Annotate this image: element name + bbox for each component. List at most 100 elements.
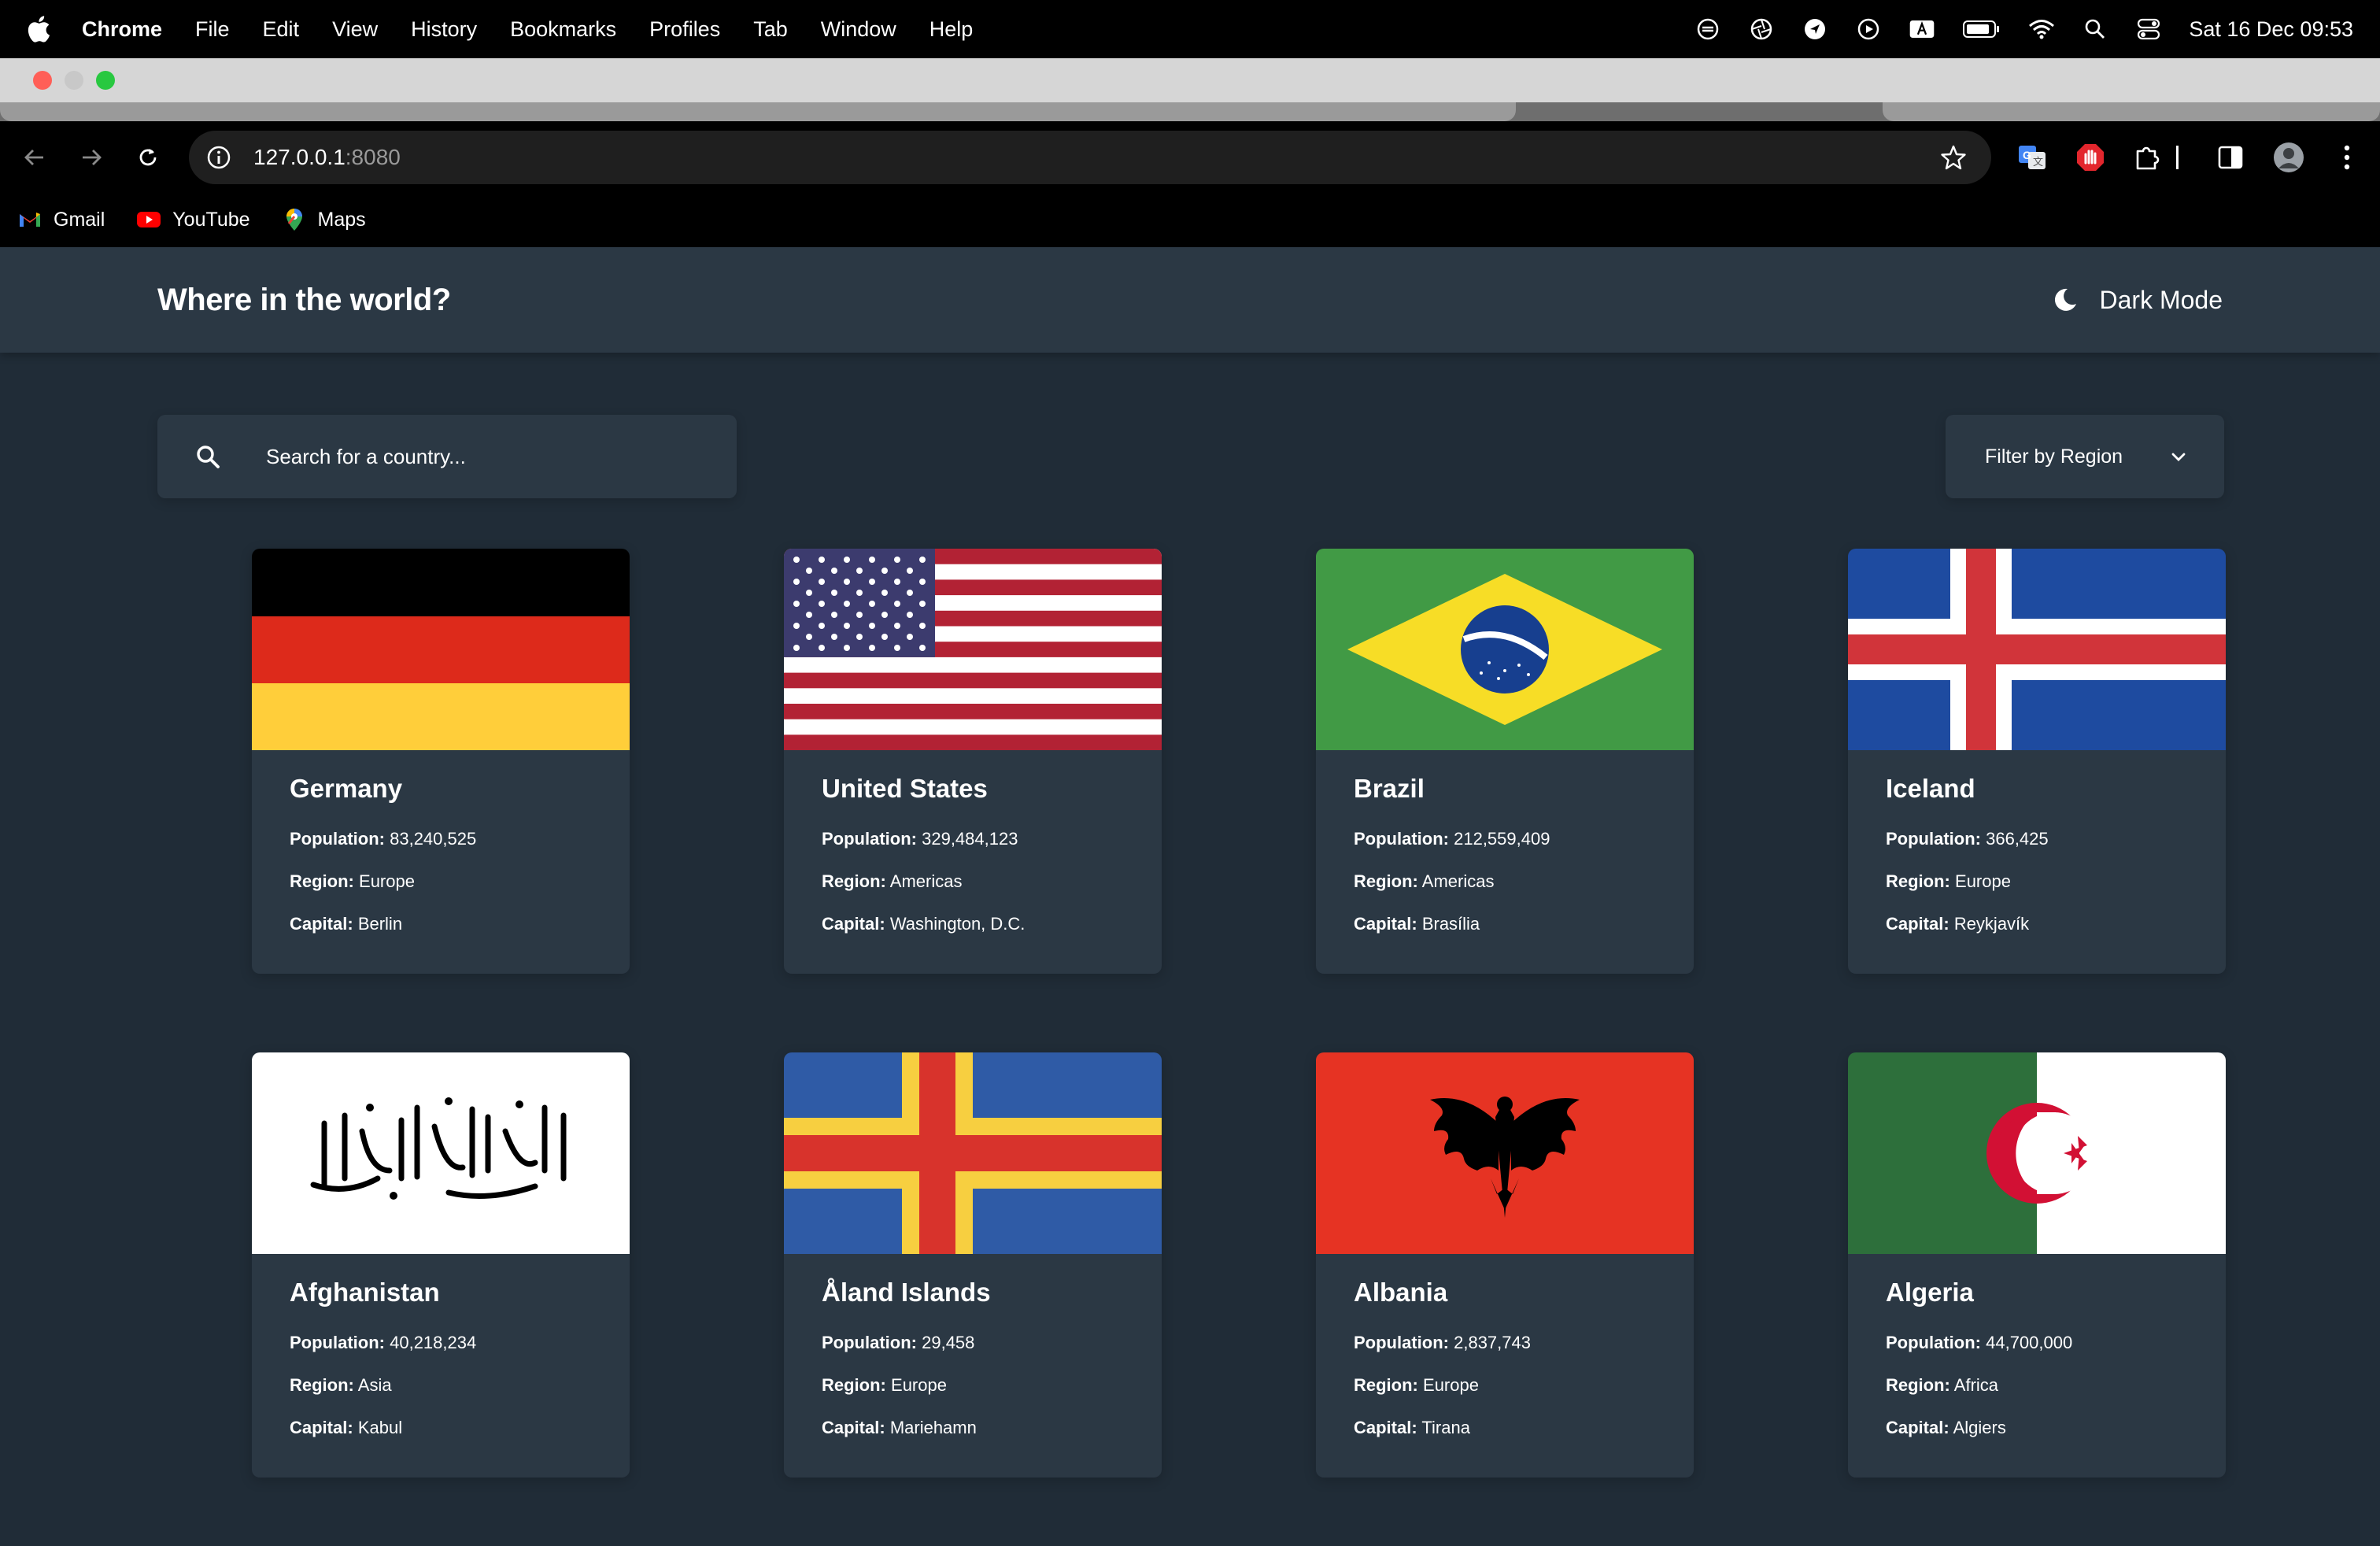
region-label: Region: <box>290 871 354 891</box>
google-translate-extension-icon[interactable]: G文 <box>2016 142 2048 173</box>
svg-text:文: 文 <box>2033 156 2043 168</box>
menu-edit[interactable]: Edit <box>263 17 300 42</box>
population-row: Population: 40,218,234 <box>290 1333 592 1353</box>
url-port: :8080 <box>345 145 401 169</box>
menu-history[interactable]: History <box>411 17 477 42</box>
window-close-button[interactable] <box>33 71 52 90</box>
capital-label: Capital: <box>1886 1418 1949 1437</box>
input-source-icon[interactable] <box>1909 16 1935 43</box>
apple-logo-icon[interactable] <box>27 13 58 45</box>
country-card-germany[interactable]: Germany Population: 83,240,525 Region: E… <box>252 549 630 974</box>
chrome-menu-kebab-icon[interactable] <box>2331 142 2363 173</box>
browser-tab-active[interactable] <box>0 102 1516 121</box>
spotlight-search-icon[interactable] <box>2082 16 2108 43</box>
country-name: Albania <box>1354 1278 1448 1307</box>
location-arrow-icon[interactable] <box>1802 16 1828 43</box>
bookmarks-bar: Gmail YouTube Maps <box>0 200 366 239</box>
control-center-icon[interactable] <box>2135 16 2162 43</box>
profile-avatar[interactable] <box>2273 142 2304 173</box>
region-label: Region: <box>1354 1375 1418 1395</box>
wifi-icon[interactable] <box>2028 16 2055 43</box>
capital-row: Capital: Mariehamn <box>822 1418 1124 1438</box>
bookmark-youtube[interactable]: YouTube <box>136 209 250 231</box>
capital-label: Capital: <box>822 914 885 934</box>
country-name: Afghanistan <box>290 1278 440 1307</box>
forward-arrow-icon[interactable] <box>74 140 109 175</box>
menu-tab[interactable]: Tab <box>753 17 788 42</box>
country-card-iceland[interactable]: Iceland Population: 366,425 Region: Euro… <box>1848 549 2226 974</box>
menu-profiles[interactable]: Profiles <box>649 17 720 42</box>
window-minimize-button[interactable] <box>65 71 83 90</box>
country-card-algeria[interactable]: Algeria Population: 44,700,000 Region: A… <box>1848 1052 2226 1478</box>
bookmark-gmail[interactable]: Gmail <box>17 209 105 231</box>
population-label: Population: <box>822 1333 917 1352</box>
capital-value: Algiers <box>1953 1418 2006 1437</box>
macos-menubar: Chrome File Edit View History Bookmarks … <box>0 0 2380 58</box>
region-row: Region: Americas <box>1354 871 1656 892</box>
menubar-clock[interactable]: Sat 16 Dec 09:53 <box>2189 17 2353 42</box>
site-info-icon[interactable] <box>205 143 233 172</box>
population-row: Population: 83,240,525 <box>290 829 592 849</box>
sync-status-icon[interactable] <box>1694 16 1721 43</box>
menu-app-name[interactable]: Chrome <box>82 17 162 42</box>
country-name: Åland Islands <box>822 1278 991 1307</box>
aperture-icon[interactable] <box>1748 16 1775 43</box>
country-card-afghanistan[interactable]: Afghanistan Population: 40,218,234 Regio… <box>252 1052 630 1478</box>
capital-label: Capital: <box>290 914 353 934</box>
side-panel-icon[interactable] <box>2215 142 2246 173</box>
extensions-puzzle-icon[interactable] <box>2131 142 2163 173</box>
youtube-icon <box>136 209 161 231</box>
search-box[interactable] <box>157 415 737 498</box>
region-label: Region: <box>822 1375 886 1395</box>
moon-icon <box>2051 286 2079 314</box>
country-card-brazil[interactable]: Brazil Population: 212,559,409 Region: A… <box>1316 549 1694 974</box>
play-circle-icon[interactable] <box>1855 16 1882 43</box>
region-value: Americas <box>1421 871 1495 891</box>
search-input[interactable] <box>266 444 707 469</box>
population-value: 29,458 <box>922 1333 975 1352</box>
population-label: Population: <box>290 829 385 849</box>
adblock-extension-icon[interactable] <box>2075 142 2106 173</box>
battery-icon[interactable] <box>1962 16 2001 43</box>
region-row: Region: Europe <box>822 1375 1124 1396</box>
menubar-status-area: Sat 16 Dec 09:53 <box>1694 16 2353 43</box>
population-value: 83,240,525 <box>390 829 477 849</box>
country-name: Germany <box>290 774 403 803</box>
url-text[interactable]: 127.0.0.1:8080 <box>253 145 401 170</box>
menu-view[interactable]: View <box>332 17 378 42</box>
population-label: Population: <box>1354 1333 1449 1352</box>
country-card-aland-islands[interactable]: Åland Islands Population: 29,458 Region:… <box>784 1052 1162 1478</box>
capital-row: Capital: Tirana <box>1354 1418 1656 1438</box>
country-card-albania[interactable]: Albania Population: 2,837,743 Region: Eu… <box>1316 1052 1694 1478</box>
dark-mode-toggle[interactable]: Dark Mode <box>2051 286 2223 315</box>
url-host: 127.0.0.1 <box>253 145 346 169</box>
region-filter-dropdown[interactable]: Filter by Region <box>1946 415 2224 498</box>
population-value: 329,484,123 <box>922 829 1018 849</box>
menu-help[interactable]: Help <box>929 17 974 42</box>
region-row: Region: Africa <box>1886 1375 2188 1396</box>
population-value: 212,559,409 <box>1454 829 1550 849</box>
search-icon <box>194 442 222 471</box>
site-title[interactable]: Where in the world? <box>157 283 451 318</box>
bookmark-label: Gmail <box>54 208 105 231</box>
country-card-united-states[interactable]: United States Population: 329,484,123 Re… <box>784 549 1162 974</box>
capital-label: Capital: <box>1354 914 1417 934</box>
menu-bookmarks[interactable]: Bookmarks <box>510 17 616 42</box>
reload-icon[interactable] <box>131 140 165 175</box>
menu-file[interactable]: File <box>195 17 230 42</box>
bookmark-maps[interactable]: Maps <box>282 209 366 231</box>
population-row: Population: 212,559,409 <box>1354 829 1656 849</box>
country-name: Brazil <box>1354 774 1425 803</box>
bookmark-star-icon[interactable] <box>1938 142 1969 173</box>
window-zoom-button[interactable] <box>96 71 115 90</box>
population-value: 2,837,743 <box>1454 1333 1531 1352</box>
capital-value: Mariehamn <box>889 1418 977 1437</box>
menu-window[interactable]: Window <box>821 17 896 42</box>
region-row: Region: Asia <box>290 1375 592 1396</box>
address-bar[interactable]: 127.0.0.1:8080 <box>189 131 1991 184</box>
germany-flag-icon <box>252 549 630 750</box>
dark-mode-label: Dark Mode <box>2099 285 2223 314</box>
back-arrow-icon[interactable] <box>17 140 52 175</box>
region-label: Region: <box>1354 871 1418 891</box>
browser-tab[interactable] <box>1883 102 2380 121</box>
